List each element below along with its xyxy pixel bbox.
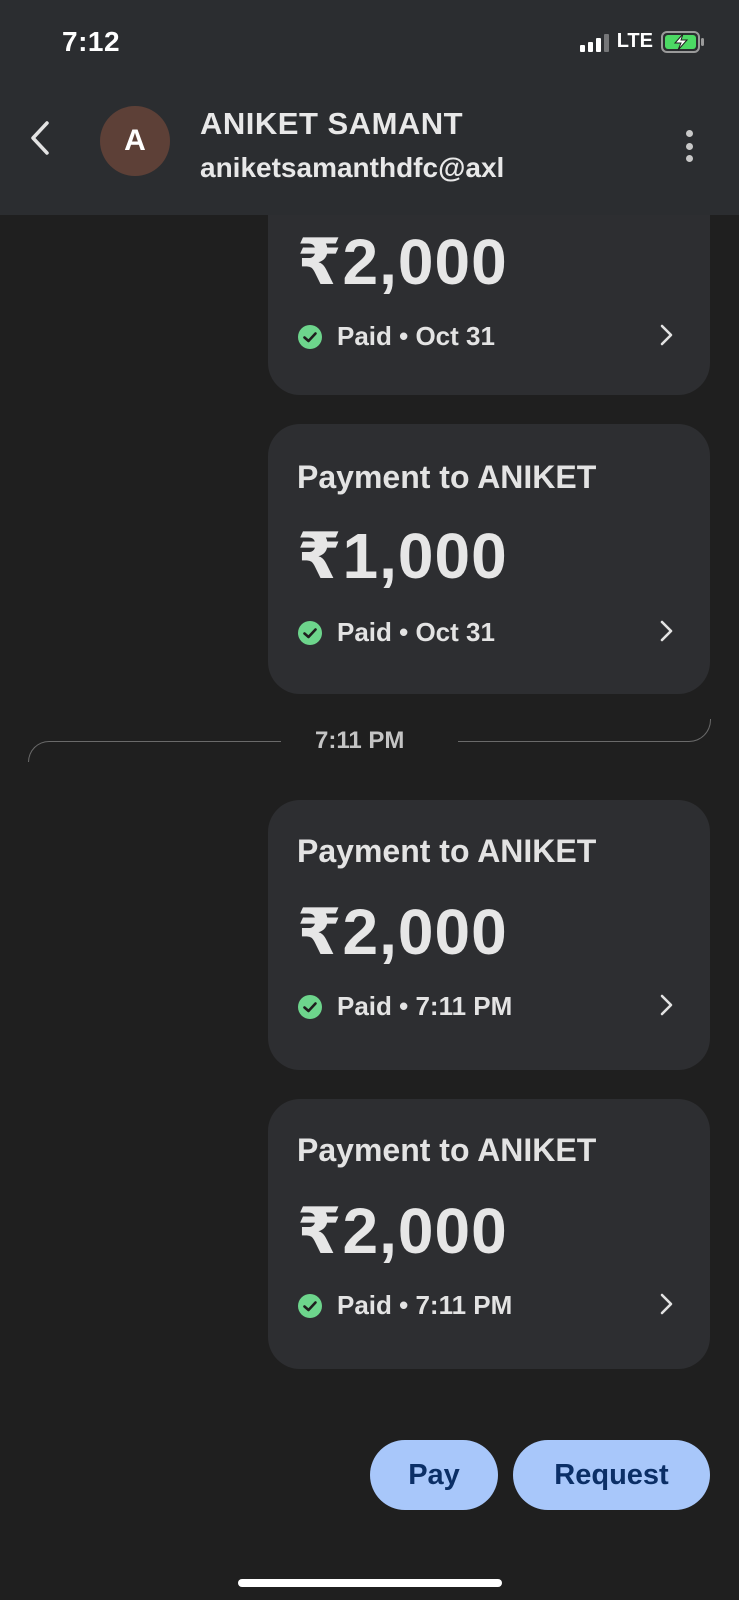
more-options-button[interactable] [679, 126, 699, 166]
battery-charging-icon [661, 30, 704, 53]
status-bar: 7:12 LTE [0, 0, 739, 90]
payment-card[interactable]: Payment to ANIKET ₹2,000 Paid • 7:11 PM [268, 800, 710, 1070]
payment-status: Paid • 7:11 PM [297, 991, 512, 1022]
divider-time-label: 7:11 PM [315, 727, 405, 754]
chevron-left-icon [31, 121, 49, 155]
status-icons: LTE [579, 30, 705, 53]
signal-icon [579, 32, 609, 52]
payment-status-text: Paid • 7:11 PM [337, 1290, 513, 1320]
payment-status-text: Paid • Oct 31 [337, 321, 495, 351]
chat-area[interactable]: ₹2,000 Paid • Oct 31 Payment to ANIKET ₹… [0, 215, 739, 1600]
contact-upi-id: aniketsamanthdfc@axl [200, 152, 505, 183]
contact-name[interactable]: ANIKET SAMANT [200, 106, 463, 142]
payment-status-text: Paid • 7:11 PM [337, 991, 513, 1021]
back-button[interactable] [20, 118, 60, 158]
payment-title: Payment to ANIKET [297, 1132, 597, 1168]
home-indicator[interactable] [238, 1579, 502, 1587]
more-vertical-icon [685, 130, 693, 137]
request-button[interactable]: Request [513, 1440, 710, 1510]
payment-amount: ₹2,000 [297, 896, 508, 968]
chat-header: A ANIKET SAMANT aniketsamanthdfc@axl [0, 90, 739, 215]
payment-card[interactable]: ₹2,000 Paid • Oct 31 [268, 215, 710, 395]
check-circle-icon [298, 994, 322, 1019]
payment-amount: ₹2,000 [297, 226, 508, 298]
payment-status: Paid • Oct 31 [297, 617, 495, 648]
check-circle-icon [298, 1293, 322, 1318]
payment-status: Paid • Oct 31 [297, 321, 495, 352]
payment-card[interactable]: Payment to ANIKET ₹1,000 Paid • Oct 31 [268, 424, 710, 694]
pay-button[interactable]: Pay [370, 1440, 498, 1510]
chevron-right-icon [660, 324, 673, 346]
payment-status-text: Paid • Oct 31 [337, 617, 495, 647]
payment-amount: ₹2,000 [297, 1195, 508, 1267]
payment-status: Paid • 7:11 PM [297, 1290, 512, 1321]
divider-line [28, 741, 281, 762]
network-label: LTE [616, 30, 653, 52]
payment-amount: ₹1,000 [297, 520, 508, 592]
chevron-right-icon [660, 994, 673, 1016]
chevron-right-icon [660, 1293, 673, 1315]
chevron-right-icon [660, 620, 673, 642]
check-circle-icon [298, 620, 322, 645]
payment-card[interactable]: Payment to ANIKET ₹2,000 Paid • 7:11 PM [268, 1099, 710, 1369]
time-divider: 7:11 PM [28, 719, 711, 767]
status-time: 7:12 [62, 26, 121, 57]
check-circle-icon [298, 324, 322, 349]
payment-title: Payment to ANIKET [297, 459, 597, 495]
divider-line [458, 719, 711, 742]
payment-title: Payment to ANIKET [297, 833, 597, 869]
avatar[interactable]: A [100, 106, 170, 176]
